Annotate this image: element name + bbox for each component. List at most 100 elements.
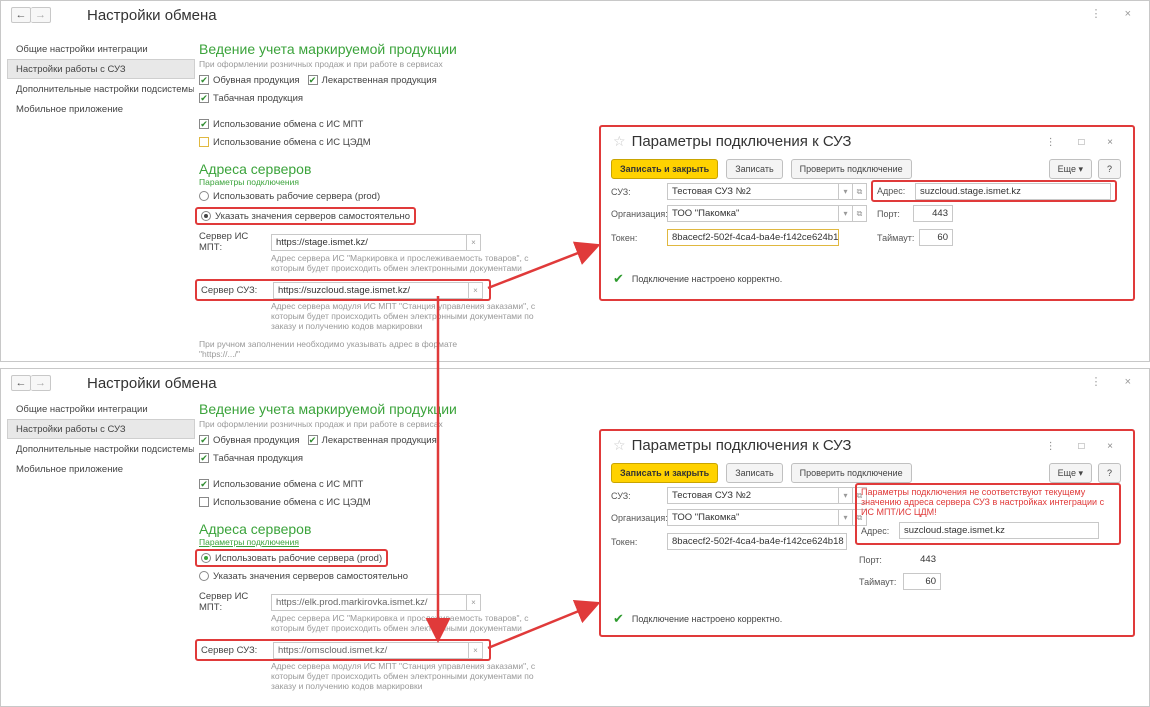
dialog-title: ☆ Параметры подключения к СУЗ — [613, 133, 852, 150]
drugs-label: Лекарственная продукция — [321, 434, 437, 446]
shoes-checkbox[interactable]: ✔ — [199, 435, 209, 445]
port-input[interactable]: 443 — [901, 551, 941, 568]
mpt-clear-button[interactable]: × — [467, 233, 481, 251]
org-label: Организация: — [611, 513, 668, 523]
org-open-icon[interactable]: ⧉ — [853, 205, 867, 222]
sidebar-item-additional[interactable]: Дополнительные настройки подсистемы — [7, 439, 195, 459]
window-controls[interactable]: ⋮ × — [1091, 7, 1141, 20]
cdm-exchange-label: Использование обмена с ИС ЦЭДМ — [213, 496, 371, 508]
cdm-exchange-checkbox[interactable] — [199, 137, 209, 147]
back-button[interactable]: ← — [11, 7, 31, 23]
org-dropdown-icon[interactable]: ▾ — [839, 205, 853, 222]
suz-open-icon[interactable]: ⧉ — [853, 183, 867, 200]
star-icon[interactable]: ☆ — [613, 133, 626, 150]
window-title: Настройки обмена — [87, 374, 217, 392]
sidebar: Общие настройки интеграции Настройки раб… — [7, 399, 195, 479]
token-label: Токен: — [611, 233, 638, 243]
timeout-label: Таймаут: — [859, 577, 897, 587]
suz-server-input[interactable]: https://omscloud.ismet.kz/ — [273, 641, 469, 659]
mpt-server-label: Сервер ИС МПТ: — [199, 591, 249, 613]
sidebar-item-mobile[interactable]: Мобильное приложение — [7, 459, 195, 479]
prod-radio[interactable] — [201, 553, 211, 563]
forward-button[interactable]: → — [31, 7, 51, 23]
mpt-server-input[interactable]: https://elk.prod.markirovka.ismet.kz/ — [271, 593, 467, 611]
suz-server-label: Сервер СУЗ: — [201, 644, 258, 656]
suz-select[interactable]: Тестовая СУЗ №2 — [667, 487, 839, 504]
port-input[interactable]: 443 — [913, 205, 953, 222]
window-title: Настройки обмена — [87, 6, 217, 24]
timeout-input[interactable]: 60 — [903, 573, 941, 590]
cdm-exchange-checkbox[interactable] — [199, 497, 209, 507]
token-input[interactable]: 8bacecf2-502f-4ca4-ba4e-f142ce624b18 — [667, 229, 839, 246]
suz-clear-button[interactable]: × — [469, 641, 483, 659]
tobacco-checkbox[interactable]: ✔ — [199, 453, 209, 463]
save-button[interactable]: Записать — [726, 463, 783, 483]
timeout-input[interactable]: 60 — [919, 229, 953, 246]
top-settings-window: ← → Настройки обмена ⋮ × Общие настройки… — [0, 0, 1150, 362]
back-button[interactable]: ← — [11, 375, 31, 391]
window-controls[interactable]: ⋮ × — [1091, 375, 1141, 388]
manual-radio[interactable] — [199, 571, 209, 581]
mpt-server-label: Сервер ИС МПТ: — [199, 231, 249, 253]
mpt-exchange-checkbox[interactable]: ✔ — [199, 119, 209, 129]
save-close-button[interactable]: Записать и закрыть — [611, 159, 719, 179]
suz-dropdown-icon[interactable]: ▾ — [839, 183, 853, 200]
suz-server-label: Сервер СУЗ: — [201, 284, 258, 296]
prod-radio-label: Использовать рабочие сервера (prod) — [213, 190, 381, 202]
drugs-label: Лекарственная продукция — [321, 74, 437, 86]
more-button[interactable]: Еще ▾ — [1048, 159, 1092, 179]
sidebar-item-general[interactable]: Общие настройки интеграции — [7, 39, 195, 59]
address-input[interactable]: suzcloud.stage.ismet.kz — [899, 522, 1099, 539]
manual-radio-label: Указать значения серверов самостоятельно — [213, 570, 409, 582]
check-connection-button[interactable]: Проверить подключение — [790, 463, 912, 483]
settings-content: Ведение учета маркируемой продукции При … — [195, 41, 589, 359]
drugs-checkbox[interactable]: ✔ — [307, 75, 318, 85]
mpt-server-desc: Адрес сервера ИС "Маркировка и прослежив… — [271, 613, 529, 633]
help-button[interactable]: ? — [1097, 463, 1121, 483]
mpt-server-input[interactable]: https://stage.ismet.kz/ — [271, 233, 467, 251]
sidebar-item-suz[interactable]: Настройки работы с СУЗ — [7, 419, 195, 439]
suz-server-input[interactable]: https://suzcloud.stage.ismet.kz/ — [273, 281, 469, 299]
drugs-checkbox[interactable]: ✔ — [307, 435, 318, 445]
dialog-controls[interactable]: ⋮ □ × — [1046, 441, 1123, 452]
manual-format-note: При ручном заполнении необходимо указыва… — [199, 339, 458, 359]
ok-message: ✔ Подключение настроено корректно. — [613, 611, 783, 626]
servers-params-label: Параметры подключения — [199, 537, 299, 547]
sidebar-item-general[interactable]: Общие настройки интеграции — [7, 399, 195, 419]
servers-heading: Адреса серверов — [199, 161, 312, 177]
error-message: Параметры подключения не соответствуют т… — [861, 487, 1105, 517]
org-dropdown-icon[interactable]: ▾ — [839, 509, 853, 526]
accounting-heading: Ведение учета маркируемой продукции — [199, 41, 457, 57]
org-select[interactable]: ТОО "Пакомка" — [667, 205, 839, 222]
manual-radio[interactable] — [201, 211, 211, 221]
suz-select[interactable]: Тестовая СУЗ №2 — [667, 183, 839, 200]
token-input[interactable]: 8bacecf2-502f-4ca4-ba4e-f142ce624b18 — [667, 533, 847, 550]
suz-params-dialog-top: ☆ Параметры подключения к СУЗ ⋮ □ × Запи… — [599, 125, 1135, 301]
forward-button[interactable]: → — [31, 375, 51, 391]
sidebar-item-additional[interactable]: Дополнительные настройки подсистемы — [7, 79, 195, 99]
mpt-clear-button[interactable]: × — [467, 593, 481, 611]
suz-params-dialog-bottom: ☆ Параметры подключения к СУЗ ⋮ □ × Запи… — [599, 429, 1135, 637]
save-button[interactable]: Записать — [726, 159, 783, 179]
sidebar-item-mobile[interactable]: Мобильное приложение — [7, 99, 195, 119]
save-close-button[interactable]: Записать и закрыть — [611, 463, 719, 483]
prod-radio[interactable] — [199, 191, 209, 201]
tobacco-checkbox[interactable]: ✔ — [199, 93, 209, 103]
address-label: Адрес: — [861, 525, 890, 536]
star-icon[interactable]: ☆ — [613, 437, 626, 454]
more-button[interactable]: Еще ▾ — [1048, 463, 1092, 483]
address-input[interactable]: suzcloud.stage.ismet.kz — [915, 182, 1111, 200]
check-connection-button[interactable]: Проверить подключение — [790, 159, 912, 179]
sidebar-item-suz[interactable]: Настройки работы с СУЗ — [7, 59, 195, 79]
org-select[interactable]: ТОО "Пакомка" — [667, 509, 839, 526]
mpt-exchange-checkbox[interactable]: ✔ — [199, 479, 209, 489]
accounting-heading: Ведение учета маркируемой продукции — [199, 401, 457, 417]
shoes-checkbox[interactable]: ✔ — [199, 75, 209, 85]
window-titlebar: ← → Настройки обмена ⋮ × — [1, 1, 1149, 29]
dialog-controls[interactable]: ⋮ □ × — [1046, 137, 1123, 148]
mpt-server-desc: Адрес сервера ИС "Маркировка и прослежив… — [271, 253, 529, 273]
suz-dropdown-icon[interactable]: ▾ — [839, 487, 853, 504]
accounting-hint: При оформлении розничных продаж и при ра… — [199, 419, 443, 429]
suz-clear-button[interactable]: × — [469, 281, 483, 299]
help-button[interactable]: ? — [1097, 159, 1121, 179]
